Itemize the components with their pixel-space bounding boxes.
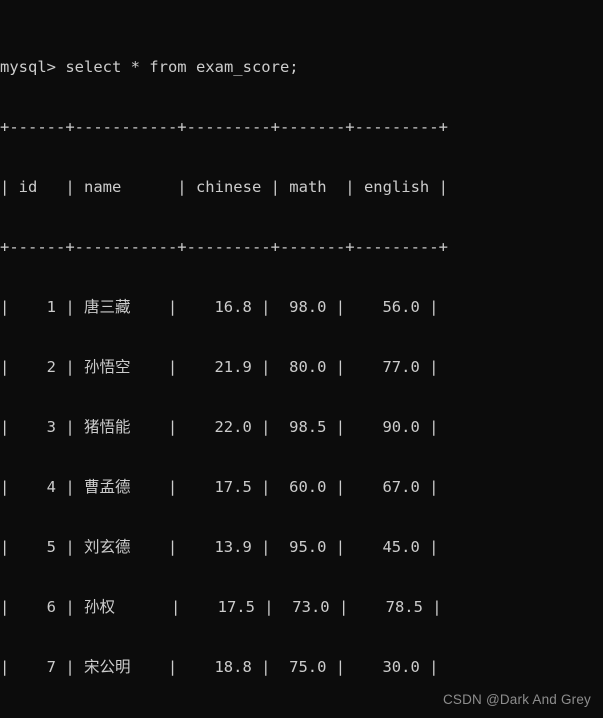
table-row: | 2 | 孙悟空 | 21.9 | 80.0 | 77.0 | [0, 358, 439, 376]
table-row: | 6 | 孙权 | 17.5 | 73.0 | 78.5 | [0, 598, 442, 616]
table-1-header: | id | name | chinese | math | english | [0, 178, 448, 196]
mysql-terminal[interactable]: mysql> select * from exam_score; +------… [0, 0, 603, 718]
table-row: | 3 | 猪悟能 | 22.0 | 98.5 | 90.0 | [0, 418, 439, 436]
csdn-watermark: CSDN @Dark And Grey [442, 692, 591, 707]
table-row: | 5 | 刘玄德 | 13.9 | 95.0 | 45.0 | [0, 538, 439, 556]
table-row: | 7 | 宋公明 | 18.8 | 75.0 | 30.0 | [0, 658, 439, 676]
command-line-select-1: mysql> select * from exam_score; [0, 58, 299, 76]
terminal-console: mysql> select * from exam_score; +------… [0, 0, 603, 718]
table-row: | 1 | 唐三藏 | 16.8 | 98.0 | 56.0 | [0, 298, 439, 316]
table-1-border-mid: +------+-----------+---------+-------+--… [0, 238, 448, 256]
table-1-border-top: +------+-----------+---------+-------+--… [0, 118, 448, 136]
table-row: | 4 | 曹孟德 | 17.5 | 60.0 | 67.0 | [0, 478, 439, 496]
